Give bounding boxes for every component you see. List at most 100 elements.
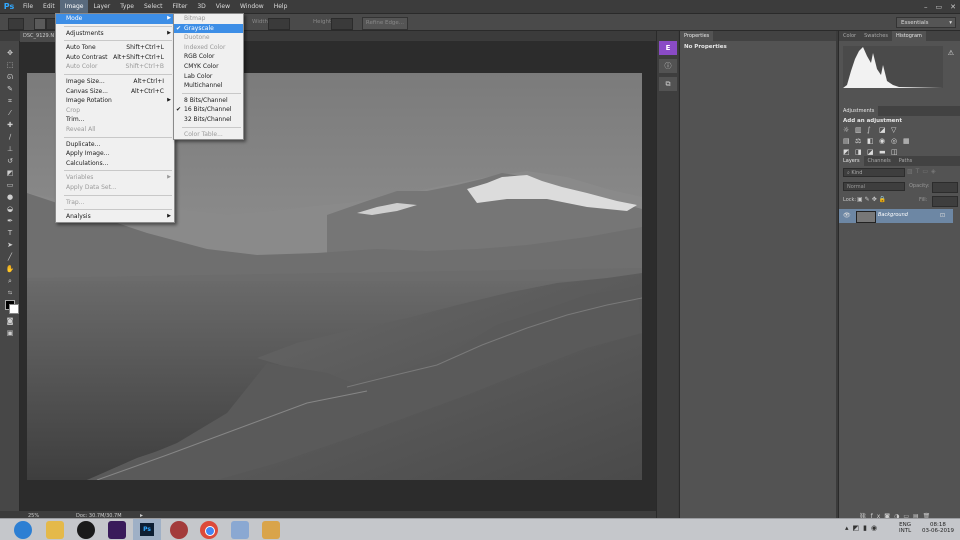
tab-swatches[interactable]: Swatches <box>860 31 892 41</box>
move-tool-icon[interactable]: ✥ <box>0 47 20 59</box>
fill-field[interactable] <box>932 196 958 207</box>
lock-icons[interactable]: ▣✎✥🔒 <box>857 196 888 203</box>
pen-tool-icon[interactable]: ✒ <box>0 215 20 227</box>
menu-item-color-table[interactable]: Color Table... <box>174 130 243 140</box>
color-swatches[interactable] <box>0 299 20 315</box>
tab-color[interactable]: Color <box>839 31 860 41</box>
menu-item-adjustments[interactable]: Adjustments ▶ <box>56 29 174 39</box>
menu-item-auto-color[interactable]: Auto Color Shift+Ctrl+B <box>56 62 174 72</box>
menu-file[interactable]: File <box>18 0 38 13</box>
minimize-icon[interactable]: – <box>924 3 928 11</box>
line-tool-icon[interactable]: ╱ <box>0 251 20 263</box>
chrome-icon[interactable] <box>200 521 218 539</box>
brush-tool-icon[interactable]: ∕ <box>0 131 20 143</box>
menu-item-apply-data-set[interactable]: Apply Data Set... <box>56 183 174 193</box>
menu-item-8-bits-channel[interactable]: 8 Bits/Channel <box>174 96 243 106</box>
hand-tool-icon[interactable]: ✋ <box>0 263 20 275</box>
menu-window[interactable]: Window <box>235 0 269 13</box>
visibility-eye-icon[interactable]: 👁 <box>843 212 851 219</box>
ie-icon[interactable] <box>14 521 32 539</box>
window-app-icon[interactable] <box>231 521 249 539</box>
menu-item-32-bits-channel[interactable]: 32 Bits/Channel <box>174 115 243 125</box>
gradient-tool-icon[interactable]: ▭ <box>0 179 20 191</box>
menu-item-reveal-all[interactable]: Reveal All <box>56 125 174 135</box>
color-balance-icon[interactable]: ⚖ <box>855 137 867 145</box>
document-tab[interactable]: DSC_9129.N <box>20 31 60 42</box>
paint-icon[interactable] <box>262 521 280 539</box>
channel-mixer-icon[interactable]: ◎ <box>891 137 903 145</box>
clock[interactable]: 08:18 03-06-2019 <box>922 522 954 534</box>
menu-item-duotone[interactable]: Duotone <box>174 33 243 43</box>
layer-row-background[interactable]: 👁 Background ⊡ <box>839 209 953 223</box>
language-indicator[interactable]: ENG INTL <box>899 522 911 534</box>
menu-item-trim[interactable]: Trim... <box>56 115 174 125</box>
tab-paths[interactable]: Paths <box>895 156 917 166</box>
layer-filter-icons[interactable]: ▨T▭◈ <box>907 168 939 175</box>
menu-select[interactable]: Select <box>139 0 168 13</box>
blur-tool-icon[interactable]: ● <box>0 191 20 203</box>
tab-properties[interactable]: Properties <box>680 31 714 41</box>
tab-layers[interactable]: Layers <box>839 156 864 166</box>
type-tool-icon[interactable]: T <box>0 227 20 239</box>
healing-brush-tool-icon[interactable]: ✚ <box>0 119 20 131</box>
crop-tool-icon[interactable]: ⌗ <box>0 95 20 107</box>
menu-item-trap[interactable]: Trap... <box>56 198 174 208</box>
menu-item-bitmap[interactable]: Bitmap <box>174 14 243 24</box>
menu-item-mode[interactable]: Mode ▶ <box>56 14 174 24</box>
menu-item-crop[interactable]: Crop <box>56 106 174 116</box>
gradient-map-icon[interactable]: ▬ <box>879 148 891 156</box>
menu-image[interactable]: Image <box>59 0 89 13</box>
curves-icon[interactable]: ∫ <box>867 126 879 134</box>
tab-channels[interactable]: Channels <box>864 156 895 166</box>
app-icon-red[interactable] <box>170 521 188 539</box>
warning-icon[interactable]: ⚠ <box>948 49 954 57</box>
height-field[interactable] <box>331 18 353 30</box>
menu-item-calculations[interactable]: Calculations... <box>56 159 174 169</box>
close-icon[interactable]: ✕ <box>950 3 956 11</box>
menu-item-image-rotation[interactable]: Image Rotation ▶ <box>56 96 174 106</box>
swap-colors-icon[interactable]: ⇆ <box>0 287 20 299</box>
posterize-icon[interactable]: ◨ <box>855 148 867 156</box>
zoom-tool-icon[interactable]: ⌕ <box>0 275 20 287</box>
screen-mode-icon[interactable]: ▣ <box>0 327 20 339</box>
dodge-tool-icon[interactable]: ◒ <box>0 203 20 215</box>
hue-saturation-icon[interactable]: ▤ <box>843 137 855 145</box>
app-icon[interactable] <box>108 521 126 539</box>
vibrance-icon[interactable]: ▽ <box>891 126 903 134</box>
color-lookup-icon[interactable]: ▦ <box>903 137 915 145</box>
menu-filter[interactable]: Filter <box>168 0 193 13</box>
threshold-icon[interactable]: ◪ <box>867 148 879 156</box>
selective-color-icon[interactable]: ◫ <box>891 148 903 156</box>
maximize-icon[interactable]: ▭ <box>936 3 943 11</box>
brightness-icon[interactable]: ☼ <box>843 126 855 134</box>
info-icon[interactable]: ⓘ <box>659 59 677 73</box>
hp-icon[interactable] <box>77 521 95 539</box>
refine-edge-button[interactable]: Refine Edge... <box>362 17 408 30</box>
layer-name[interactable]: Background <box>878 212 908 218</box>
menu-item-apply-image[interactable]: Apply Image... <box>56 149 174 159</box>
menu-item-grayscale[interactable]: ✔ Grayscale <box>174 23 243 34</box>
menu-item-auto-contrast[interactable]: Auto Contrast Alt+Shift+Ctrl+L <box>56 53 174 63</box>
eraser-tool-icon[interactable]: ◩ <box>0 167 20 179</box>
menu-item-16-bits-channel[interactable]: ✔ 16 Bits/Channel <box>174 105 243 115</box>
menu-help[interactable]: Help <box>269 0 293 13</box>
menu-item-duplicate[interactable]: Duplicate... <box>56 140 174 150</box>
tool-preset-picker[interactable] <box>8 18 24 30</box>
system-tray-icons[interactable]: ▴◩▮◉ <box>845 524 881 532</box>
extension-panel-icon[interactable]: E <box>659 41 677 55</box>
menu-item-analysis[interactable]: Analysis ▶ <box>56 212 174 222</box>
tab-adjustments[interactable]: Adjustments <box>839 106 879 116</box>
menu-item-image-size[interactable]: Image Size... Alt+Ctrl+I <box>56 77 174 87</box>
levels-icon[interactable]: ▥ <box>855 126 867 134</box>
quick-selection-tool-icon[interactable]: ✎ <box>0 83 20 95</box>
menu-edit[interactable]: Edit <box>38 0 60 13</box>
menu-item-multichannel[interactable]: Multichannel <box>174 81 243 91</box>
photo-filter-icon[interactable]: ◉ <box>879 137 891 145</box>
workspace-select[interactable]: Essentials ▾ <box>896 17 956 28</box>
exposure-icon[interactable]: ◪ <box>879 126 891 134</box>
menu-item-cmyk-color[interactable]: CMYK Color <box>174 62 243 72</box>
opacity-field[interactable] <box>932 182 958 193</box>
file-explorer-icon[interactable] <box>46 521 64 539</box>
marquee-tool-icon[interactable]: ⬚ <box>0 59 20 71</box>
quick-mask-icon[interactable]: ◙ <box>0 315 20 327</box>
